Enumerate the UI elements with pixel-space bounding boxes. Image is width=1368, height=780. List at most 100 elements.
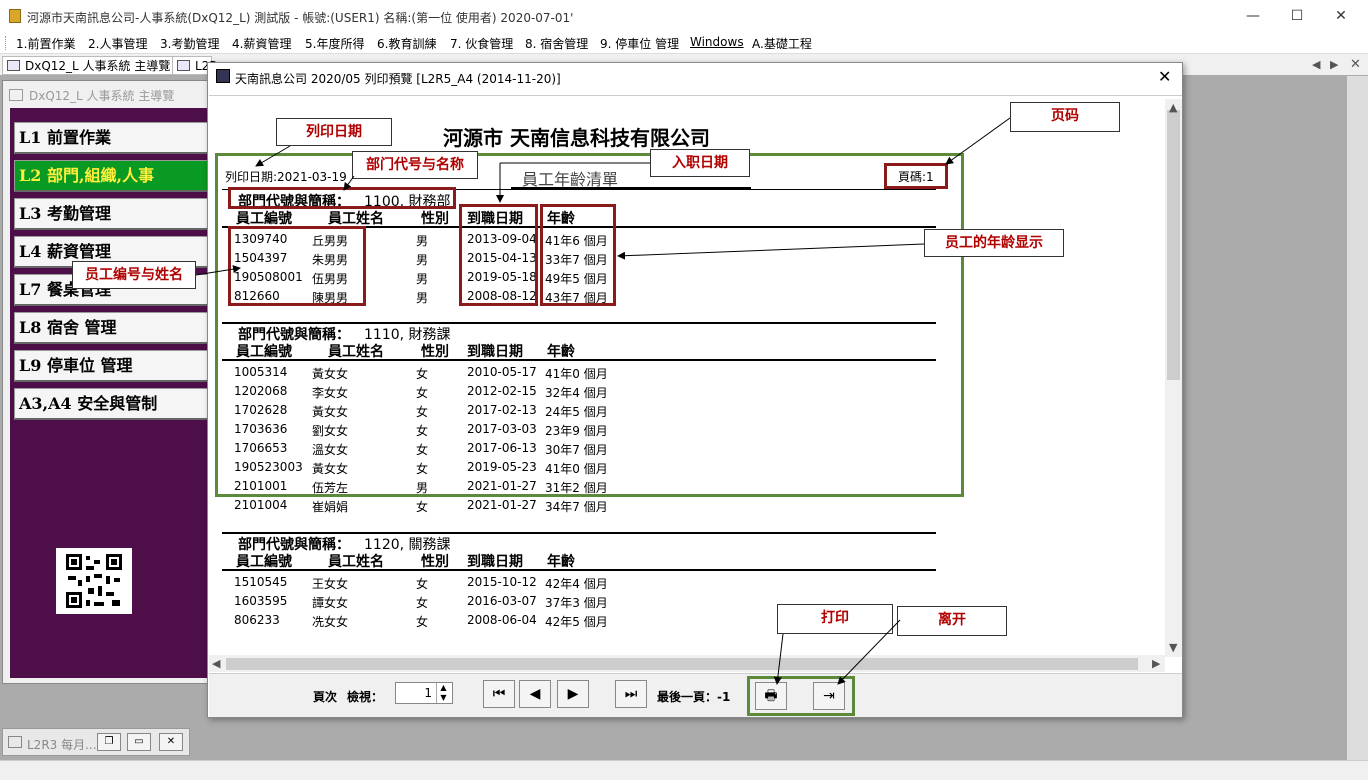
emp-age: 37年3 個月 <box>545 596 608 610</box>
emp-name: 冼女女 <box>312 615 349 629</box>
minimize-button[interactable]: — <box>1230 0 1276 32</box>
status-bar <box>0 760 1368 780</box>
company-name: 河源市 天南信息科技有限公司 <box>443 126 710 150</box>
emp-hire-date: 2008-06-04 <box>467 613 537 627</box>
page-value: 1 <box>424 686 432 700</box>
close-icon[interactable]: ✕ <box>159 733 183 751</box>
highlight-box <box>884 163 948 189</box>
last-page-button[interactable]: ⏭ <box>615 680 647 708</box>
emp-hire-date: 2021-01-27 <box>467 498 537 512</box>
emp-age: 34年7 個月 <box>545 500 608 514</box>
tab-next-icon[interactable]: ▶ <box>1330 58 1338 71</box>
tab-close-icon[interactable]: ✕ <box>1350 57 1361 72</box>
emp-name: 王女女 <box>312 577 349 591</box>
scroll-up-icon[interactable]: ▲ <box>1169 101 1177 114</box>
tab-prev-icon[interactable]: ◀ <box>1312 58 1320 71</box>
nav-item-attendance[interactable]: L3 考勤管理 <box>14 198 210 230</box>
emp-gender: 女 <box>416 577 429 591</box>
annotation-dept: 部门代号与名称 <box>352 151 478 179</box>
emp-age: 42年4 個月 <box>545 577 608 591</box>
first-page-button[interactable]: ⏮ <box>483 680 515 708</box>
table-row: 1510545 <box>234 575 288 589</box>
table-row: 806233 <box>234 613 280 627</box>
col-emp-no: 員工編號 <box>236 554 292 570</box>
annotation-hire-date: 入职日期 <box>650 149 750 177</box>
emp-age: 42年5 個月 <box>545 615 608 629</box>
nav-item-setup[interactable]: L1 前置作業 <box>14 122 210 154</box>
window-icon <box>177 60 190 71</box>
menu-payroll[interactable]: 4.薪資管理 <box>232 35 291 52</box>
menu-training[interactable]: 6.教育訓練 <box>377 35 436 52</box>
mdi-scrollbar[interactable] <box>1347 76 1368 760</box>
menu-windows[interactable]: Windows <box>690 35 744 49</box>
menu-catering[interactable]: 7. 伙食管理 <box>450 35 513 52</box>
nav-item-dormitory[interactable]: L8 宿舍 管理 <box>14 312 210 344</box>
vertical-scroll-thumb[interactable] <box>1167 110 1180 380</box>
dialog-close-button[interactable]: ✕ <box>1158 67 1171 86</box>
emp-gender: 女 <box>416 615 429 629</box>
menu-setup[interactable]: 1.前置作業 <box>16 35 75 52</box>
app-titlebar: 河源市天南訊息公司-人事系統(DxQ12_L) 測試版 - 帳號:(USER1)… <box>0 0 1368 32</box>
qr-code-icon <box>56 548 132 614</box>
horizontal-scroll-thumb[interactable] <box>226 658 1138 670</box>
emp-gender: 女 <box>416 596 429 610</box>
emp-hire-date: 2016-03-07 <box>467 594 537 608</box>
menu-hr[interactable]: 2.人事管理 <box>88 35 147 52</box>
annotation-emp: 员工编号与姓名 <box>72 261 196 289</box>
emp-gender: 女 <box>416 500 429 514</box>
annotation-age: 员工的年龄显示 <box>924 229 1064 257</box>
maximize-icon[interactable]: ▭ <box>127 733 151 751</box>
restore-icon[interactable]: ❐ <box>97 733 121 751</box>
annotation-exit: 离开 <box>897 606 1007 636</box>
print-button[interactable]: 🖶 <box>755 682 787 710</box>
menu-dormitory[interactable]: 8. 宿舍管理 <box>525 35 588 52</box>
annotation-print-date: 列印日期 <box>276 118 392 146</box>
maximize-button[interactable]: ☐ <box>1274 0 1320 32</box>
app-icon <box>9 9 21 23</box>
highlight-box <box>540 204 616 306</box>
window-title: 河源市天南訊息公司-人事系統(DxQ12_L) 測試版 - 帳號:(USER1)… <box>27 11 574 25</box>
table-row: 1603595 <box>234 594 288 608</box>
tab-l2r[interactable]: L2R <box>172 56 218 75</box>
minimized-window[interactable]: L2R3 每月... ❐ ▭ ✕ <box>2 728 190 756</box>
nav-item-parking[interactable]: L9 停車位 管理 <box>14 350 210 382</box>
highlight-box <box>228 187 456 209</box>
menu-parking[interactable]: 9. 停車位 管理 <box>600 35 679 52</box>
menu-annual-income[interactable]: 5.年度所得 <box>305 35 364 52</box>
annotation-page-no: 页码 <box>1010 102 1120 132</box>
next-page-button[interactable]: ▶ <box>557 680 589 708</box>
minimized-window-title: L2R3 每月... <box>27 738 97 752</box>
scroll-left-icon[interactable]: ◀ <box>212 657 220 670</box>
printer-app-icon <box>216 69 230 83</box>
col-gender: 性別 <box>421 554 449 570</box>
scroll-down-icon[interactable]: ▼ <box>1169 641 1177 654</box>
emp-name: 譚女女 <box>312 596 349 610</box>
nav-item-security[interactable]: A3,A4 安全與管制 <box>14 388 210 420</box>
highlight-box <box>228 226 366 306</box>
view-label: 檢視： <box>347 690 384 704</box>
tab-main-nav[interactable]: DxQ12_L 人事系統 主導覽 <box>2 56 176 75</box>
nav-item-department[interactable]: L2 部門,組織,人事 <box>14 160 210 192</box>
window-icon <box>8 736 22 748</box>
highlight-box <box>459 204 538 306</box>
menu-attendance[interactable]: 3.考勤管理 <box>160 35 219 52</box>
window-icon <box>7 60 20 71</box>
close-button[interactable]: ✕ <box>1318 0 1364 32</box>
emp-name: 崔娟娟 <box>312 500 349 514</box>
col-emp-name: 員工姓名 <box>328 554 384 570</box>
menu-basic[interactable]: A.基礎工程 <box>752 35 812 52</box>
column-rule <box>222 569 936 571</box>
nav-window-title: DxQ12_L 人事系統 主導覽 <box>29 89 175 103</box>
spinner-arrows-icon[interactable]: ▲ ▼ <box>436 683 450 703</box>
col-age: 年齡 <box>547 554 575 570</box>
last-page-label: 最後一頁：-1 <box>657 690 731 704</box>
exit-button[interactable]: ⇥ <box>813 682 845 710</box>
page-spinner[interactable]: 1 ▲ ▼ <box>395 682 453 704</box>
emp-hire-date: 2015-10-12 <box>467 575 537 589</box>
dialog-title: 天南訊息公司 2020/05 列印預覽 [L2R5_A4 (2014-11-20… <box>235 72 561 86</box>
col-hire-date: 到職日期 <box>467 554 523 570</box>
annotation-print: 打印 <box>777 604 893 634</box>
page-label: 頁次 <box>313 690 338 704</box>
scroll-right-icon[interactable]: ▶ <box>1152 657 1160 670</box>
prev-page-button[interactable]: ◀ <box>519 680 551 708</box>
